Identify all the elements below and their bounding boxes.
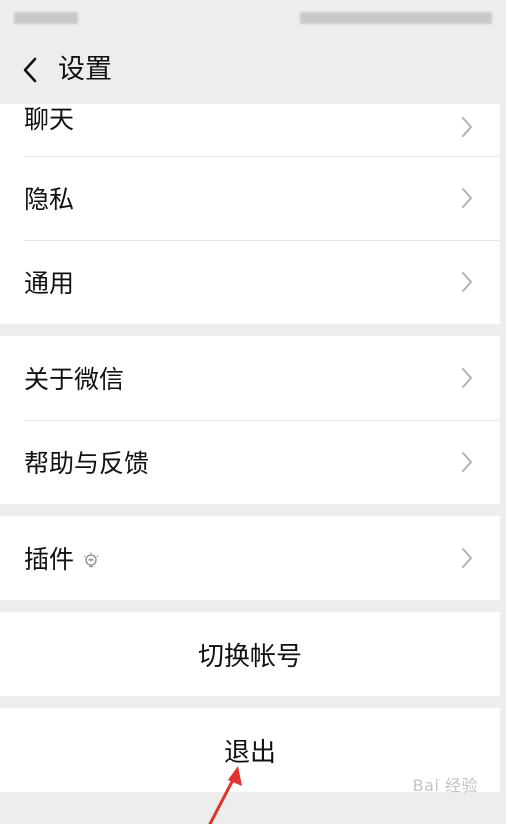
group-separator <box>0 324 500 336</box>
page-title: 设置 <box>58 54 112 85</box>
settings-group-3: 插件 <box>0 516 500 600</box>
group-separator <box>0 696 500 708</box>
settings-item-label: 聊天 <box>24 105 75 134</box>
status-icons-blurred <box>300 12 492 24</box>
group-separator <box>0 504 500 516</box>
back-button[interactable] <box>10 50 50 90</box>
status-carrier-blurred <box>14 12 78 24</box>
settings-item-label: 插件 <box>24 540 100 576</box>
plugins-label-text: 插件 <box>24 545 75 574</box>
settings-item-help-feedback[interactable]: 帮助与反馈 <box>0 420 500 504</box>
settings-group-1: 聊天 隐私 通用 <box>0 104 500 324</box>
settings-group-2: 关于微信 帮助与反馈 <box>0 336 500 504</box>
red-arrow-annotation <box>208 766 242 824</box>
settings-item-label: 通用 <box>24 269 75 298</box>
settings-item-label: 帮助与反馈 <box>24 449 150 478</box>
settings-item-chat[interactable]: 聊天 <box>0 104 500 156</box>
settings-item-plugins[interactable]: 插件 <box>0 516 500 600</box>
chevron-right-icon <box>462 452 472 472</box>
chevron-right-icon <box>462 548 472 568</box>
settings-item-label: 关于微信 <box>24 365 125 394</box>
settings-item-privacy[interactable]: 隐私 <box>0 156 500 240</box>
switch-account-button[interactable]: 切换帐号 <box>0 612 500 696</box>
lightbulb-icon <box>83 552 99 568</box>
settings-list: 聊天 隐私 通用 关于微信 帮助与反馈 插件 切换帐号 退出 <box>0 104 500 792</box>
baidu-watermark: Bai 经验 <box>412 776 478 795</box>
chevron-right-icon <box>462 117 472 137</box>
settings-item-label: 隐私 <box>24 185 75 214</box>
chevron-right-icon <box>462 368 472 388</box>
settings-item-general[interactable]: 通用 <box>0 240 500 324</box>
chevron-left-icon <box>23 57 37 83</box>
settings-item-about[interactable]: 关于微信 <box>0 336 500 420</box>
nav-bar: 设置 <box>0 36 506 104</box>
chevron-right-icon <box>462 188 472 208</box>
group-separator <box>0 600 500 612</box>
chevron-right-icon <box>462 272 472 292</box>
status-bar <box>0 0 506 36</box>
